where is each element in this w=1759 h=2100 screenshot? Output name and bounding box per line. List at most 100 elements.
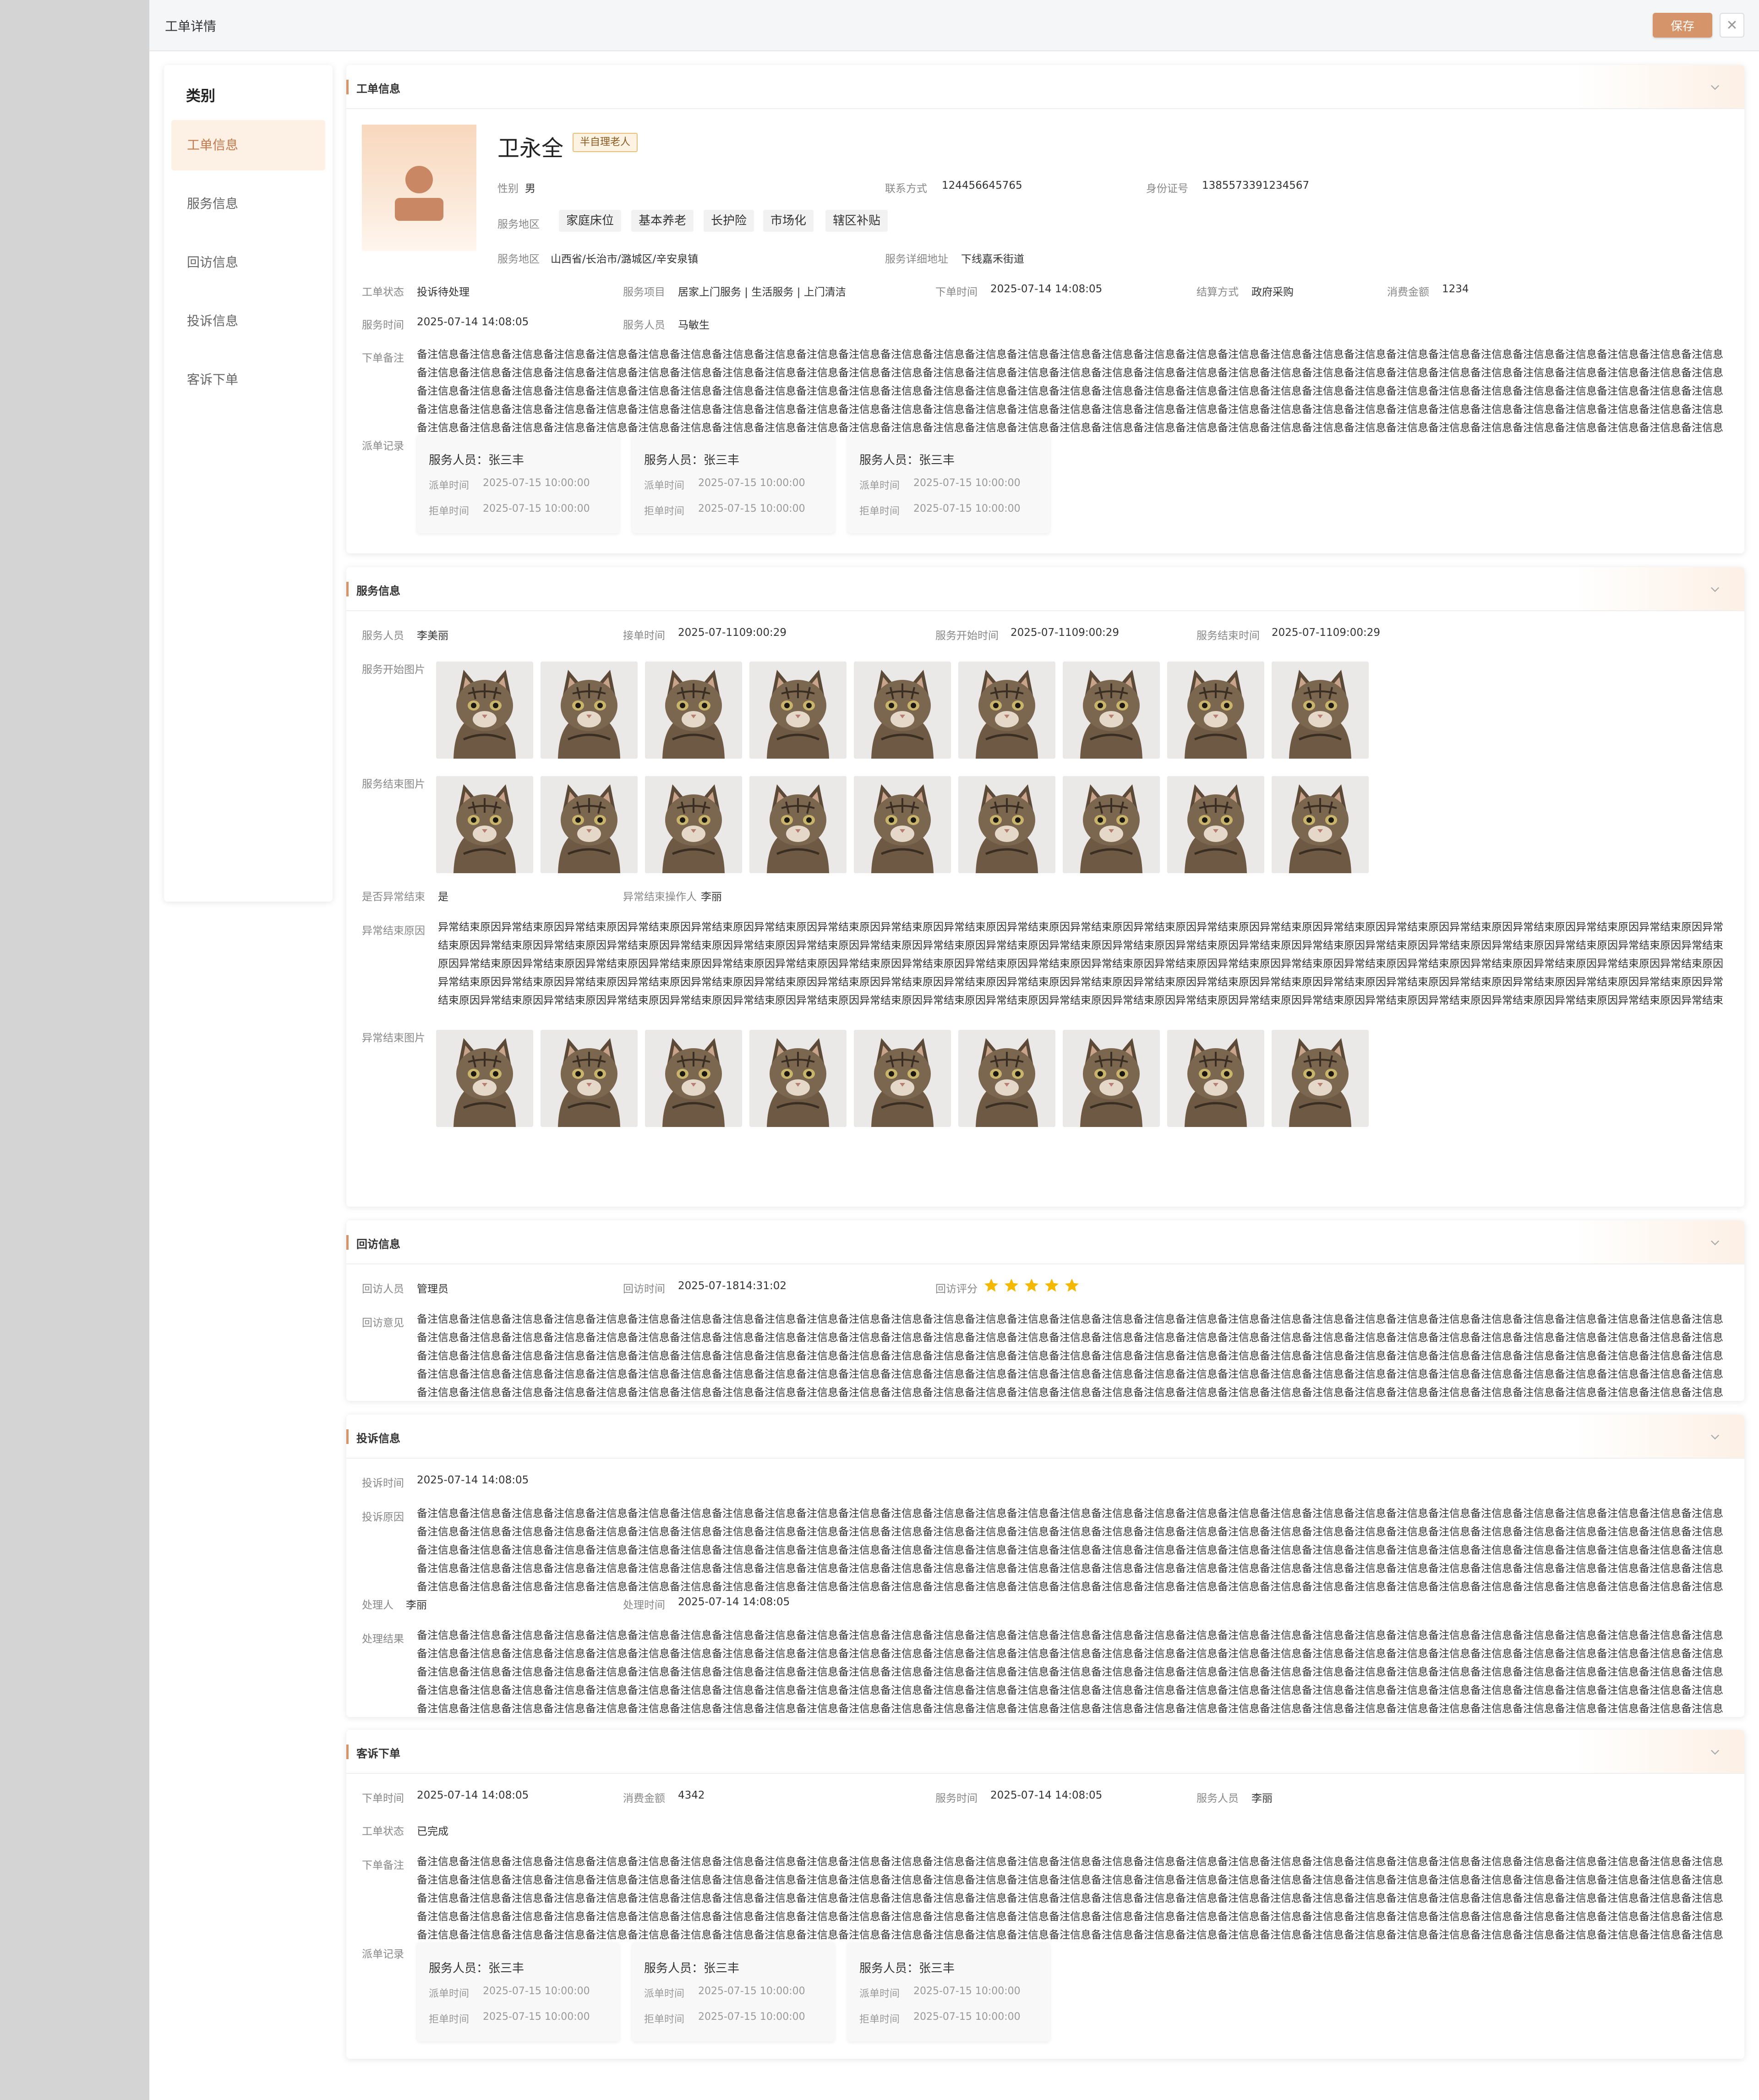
cat-photo[interactable] — [436, 662, 533, 759]
record-dispatch-label: 派单时间 — [644, 1988, 685, 2000]
record-reject-time: 2025-07-15 10:00:00 — [698, 2011, 805, 2023]
complaint-time-value: 2025-07-14 14:08:05 — [417, 1474, 529, 1486]
revisit-info-title: 回访信息 — [356, 1238, 400, 1251]
star-icon — [1025, 1279, 1038, 1292]
complaint-info-header[interactable]: 投诉信息 — [346, 1415, 1744, 1459]
service-staff-label: 服务人员 — [623, 319, 665, 331]
address-value: 下线嘉禾街道 — [961, 253, 1024, 265]
record-dispatch-time: 2025-07-15 10:00:00 — [483, 1985, 590, 1997]
star-icon — [984, 1279, 998, 1292]
cat-photo[interactable] — [1063, 662, 1160, 759]
amount-label: 消费金额 — [623, 1793, 665, 1805]
sidebar-item-complaint-info[interactable]: 投诉信息 — [171, 296, 325, 346]
chevron-down-icon[interactable] — [1709, 1430, 1721, 1443]
record-reject-label: 拒单时间 — [859, 2014, 900, 2025]
service-time-value: 2025-07-14 14:08:05 — [417, 316, 529, 328]
revisit-time-label: 回访时间 — [623, 1283, 665, 1295]
order-time-value: 2025-07-14 14:08:05 — [990, 283, 1103, 295]
close-button[interactable]: ✕ — [1720, 13, 1744, 38]
service-time-label: 服务时间 — [935, 1793, 978, 1805]
settle-value: 政府采购 — [1251, 286, 1294, 298]
cat-photo[interactable] — [1272, 662, 1369, 759]
handler-label: 处理人 — [362, 1599, 393, 1611]
amount-value: 1234 — [1442, 283, 1469, 295]
cat-photo[interactable] — [436, 776, 533, 873]
cat-photo[interactable] — [854, 776, 951, 873]
record-dispatch-time: 2025-07-15 10:00:00 — [483, 477, 590, 489]
order-time-label: 下单时间 — [935, 286, 978, 298]
cat-photo[interactable] — [541, 662, 638, 759]
cat-photo[interactable] — [436, 1030, 533, 1127]
care-level-badge: 半自理老人 — [573, 133, 638, 152]
sidebar-item-service-info[interactable]: 服务信息 — [171, 179, 325, 229]
revisit-rating-label: 回访评分 — [935, 1283, 978, 1295]
dispatch-record-label: 派单记录 — [362, 1948, 404, 1960]
handler-value: 李丽 — [406, 1599, 427, 1611]
id-value: 1385573391234567 — [1202, 180, 1310, 191]
record-staff: 服务人员：张三丰 — [859, 1962, 955, 1975]
chevron-down-icon[interactable] — [1709, 1236, 1721, 1249]
cat-photo[interactable] — [854, 662, 951, 759]
record-dispatch-time: 2025-07-15 10:00:00 — [913, 477, 1021, 489]
abnormal-reason-label: 异常结束原因 — [362, 925, 425, 937]
order-status-value: 已完成 — [417, 1826, 448, 1838]
save-button[interactable]: 保存 — [1653, 13, 1712, 38]
user-icon — [395, 166, 443, 221]
record-dispatch-label: 派单时间 — [859, 480, 900, 492]
revisit-info-header[interactable]: 回访信息 — [346, 1220, 1744, 1264]
cat-photo[interactable] — [1167, 776, 1264, 873]
cat-photo[interactable] — [958, 1030, 1055, 1127]
record-reject-time: 2025-07-15 10:00:00 — [483, 2011, 590, 2023]
revisit-time-value: 2025-07-1814:31:02 — [678, 1280, 787, 1292]
cat-photo[interactable] — [958, 662, 1055, 759]
chevron-down-icon[interactable] — [1709, 583, 1721, 596]
service-tag: 长护险 — [704, 210, 754, 232]
sidebar-item-revisit-info[interactable]: 回访信息 — [171, 237, 325, 288]
service-info-card: 服务信息 服务人员 李美丽 接单时间 2025-07-1109:00:29 服务… — [346, 567, 1744, 1207]
cat-photo[interactable] — [645, 776, 742, 873]
settle-label: 结算方式 — [1196, 286, 1239, 298]
dispatch-record: 服务人员：张三丰 派单时间 2025-07-15 10:00:00 拒单时间 2… — [847, 434, 1050, 533]
section-accent-bar — [346, 1235, 349, 1250]
handle-time-label: 处理时间 — [623, 1599, 665, 1611]
revisit-opinion-label: 回访意见 — [362, 1317, 404, 1329]
sidebar-item-order-info[interactable]: 工单信息 — [171, 120, 325, 170]
sidebar-item-customer-order[interactable]: 客诉下单 — [171, 355, 325, 405]
chevron-down-icon[interactable] — [1709, 1745, 1721, 1758]
abnormal-operator-label: 异常结束操作人 — [623, 891, 697, 903]
cat-photo[interactable] — [958, 776, 1055, 873]
service-staff-value: 李美丽 — [417, 630, 448, 642]
cat-photo[interactable] — [1063, 776, 1160, 873]
cat-photo[interactable] — [749, 776, 847, 873]
region-value: 山西省/长治市/潞城区/辛安泉镇 — [551, 253, 699, 265]
cat-photo[interactable] — [854, 1030, 951, 1127]
record-reject-label: 拒单时间 — [859, 506, 900, 517]
cat-photo[interactable] — [645, 662, 742, 759]
cat-photo[interactable] — [1272, 1030, 1369, 1127]
order-status-label: 工单状态 — [362, 286, 404, 298]
customer-order-header[interactable]: 客诉下单 — [346, 1730, 1744, 1774]
cat-photo[interactable] — [1167, 1030, 1264, 1127]
order-info-header[interactable]: 工单信息 — [346, 65, 1744, 109]
start-time-value: 2025-07-1109:00:29 — [1011, 627, 1119, 639]
cat-photo[interactable] — [1063, 1030, 1160, 1127]
record-reject-label: 拒单时间 — [644, 2014, 685, 2025]
cat-photo[interactable] — [645, 1030, 742, 1127]
revisit-person-value: 管理员 — [417, 1283, 448, 1295]
cat-photo[interactable] — [749, 662, 847, 759]
cat-photo[interactable] — [1272, 776, 1369, 873]
cat-photo[interactable] — [541, 1030, 638, 1127]
cat-photo[interactable] — [749, 1030, 847, 1127]
record-staff: 服务人员：张三丰 — [429, 1962, 524, 1975]
star-icon — [1045, 1279, 1059, 1292]
cat-photo[interactable] — [1167, 662, 1264, 759]
record-staff: 服务人员：张三丰 — [429, 454, 524, 467]
record-reject-label: 拒单时间 — [429, 2014, 470, 2025]
service-info-header[interactable]: 服务信息 — [346, 567, 1744, 611]
id-label: 身份证号 — [1146, 183, 1188, 195]
dispatch-record-label: 派单记录 — [362, 440, 404, 452]
cat-photo[interactable] — [541, 776, 638, 873]
chevron-down-icon[interactable] — [1709, 81, 1721, 93]
section-accent-bar — [346, 80, 349, 94]
dispatch-record: 服务人员：张三丰 派单时间 2025-07-15 10:00:00 拒单时间 2… — [632, 1942, 835, 2041]
